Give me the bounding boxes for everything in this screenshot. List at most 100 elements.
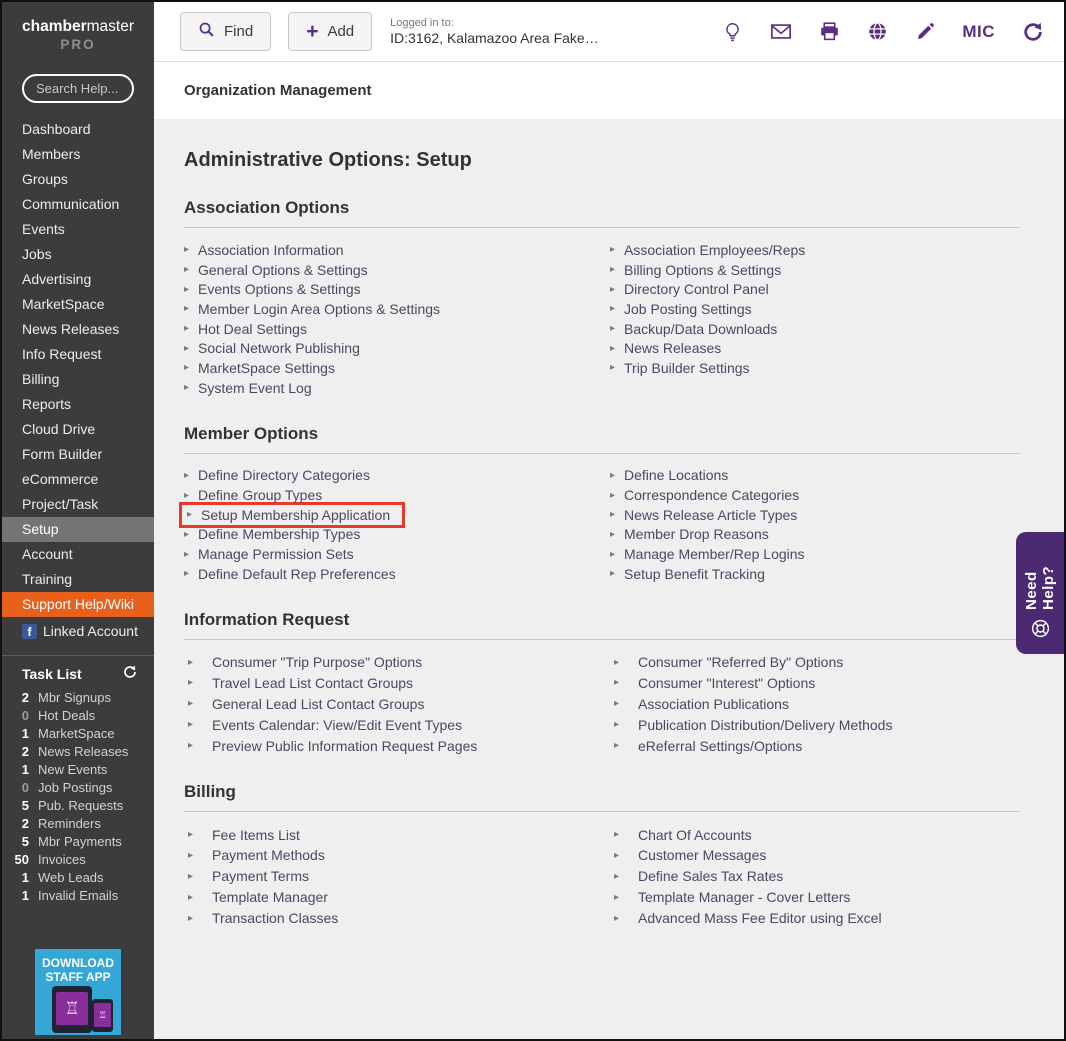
link-label: Customer Messages	[638, 847, 766, 863]
link-correspondence-categories[interactable]: ▸Correspondence Categories	[610, 485, 1020, 505]
task-item-mbr-signups[interactable]: 2Mbr Signups	[2, 689, 154, 707]
sidebar-item-reports[interactable]: Reports	[2, 392, 154, 417]
link-payment-methods[interactable]: ▸Payment Methods	[184, 845, 594, 866]
link-events-options-settings[interactable]: ▸Events Options & Settings	[184, 279, 594, 299]
section-column-right: ▸Chart Of Accounts▸Customer Messages▸Def…	[610, 824, 1020, 928]
task-count: 0	[2, 779, 38, 797]
link-general-options-settings[interactable]: ▸General Options & Settings	[184, 260, 594, 280]
link-advanced-mass-fee-editor-using-excel[interactable]: ▸Advanced Mass Fee Editor using Excel	[610, 908, 1020, 929]
add-label: Add	[327, 23, 354, 40]
link-job-posting-settings[interactable]: ▸Job Posting Settings	[610, 299, 1020, 319]
sidebar-item-linked-account[interactable]: f Linked Account	[2, 617, 154, 645]
link-general-lead-list-contact-groups[interactable]: ▸General Lead List Contact Groups	[184, 693, 594, 714]
link-publication-distribution-delivery-methods[interactable]: ▸Publication Distribution/Delivery Metho…	[610, 714, 1020, 735]
sidebar-item-form-builder[interactable]: Form Builder	[2, 442, 154, 467]
link-template-manager-cover-letters[interactable]: ▸Template Manager - Cover Letters	[610, 887, 1020, 908]
add-button[interactable]: + Add	[288, 12, 372, 51]
sidebar-item-info-request[interactable]: Info Request	[2, 342, 154, 367]
task-item-invalid-emails[interactable]: 1Invalid Emails	[2, 887, 154, 905]
sidebar-item-support-help-wiki[interactable]: Support Help/Wiki	[2, 592, 154, 617]
sidebar-item-cloud-drive[interactable]: Cloud Drive	[2, 417, 154, 442]
task-item-news-releases[interactable]: 2News Releases	[2, 743, 154, 761]
link-directory-control-panel[interactable]: ▸Directory Control Panel	[610, 279, 1020, 299]
link-define-locations[interactable]: ▸Define Locations	[610, 466, 1020, 486]
task-item-pub-requests[interactable]: 5Pub. Requests	[2, 797, 154, 815]
sidebar-item-marketspace[interactable]: MarketSpace	[2, 292, 154, 317]
link-manage-member-rep-logins[interactable]: ▸Manage Member/Rep Logins	[610, 544, 1020, 564]
link-manage-permission-sets[interactable]: ▸Manage Permission Sets	[184, 544, 594, 564]
lightbulb-icon[interactable]	[722, 21, 743, 43]
sidebar-item-groups[interactable]: Groups	[2, 167, 154, 192]
link-billing-options-settings[interactable]: ▸Billing Options & Settings	[610, 260, 1020, 280]
link-define-default-rep-preferences[interactable]: ▸Define Default Rep Preferences	[184, 564, 594, 584]
sidebar-item-ecommerce[interactable]: eCommerce	[2, 467, 154, 492]
task-item-mbr-payments[interactable]: 5Mbr Payments	[2, 833, 154, 851]
link-association-information[interactable]: ▸Association Information	[184, 240, 594, 260]
link-trip-builder-settings[interactable]: ▸Trip Builder Settings	[610, 358, 1020, 378]
link-backup-data-downloads[interactable]: ▸Backup/Data Downloads	[610, 319, 1020, 339]
link-consumer-trip-purpose-options[interactable]: ▸Consumer "Trip Purpose" Options	[184, 652, 594, 673]
link-news-release-article-types[interactable]: ▸News Release Article Types	[610, 505, 1020, 525]
task-item-hot-deals[interactable]: 0Hot Deals	[2, 707, 154, 725]
task-item-new-events[interactable]: 1New Events	[2, 761, 154, 779]
link-transaction-classes[interactable]: ▸Transaction Classes	[184, 908, 594, 929]
link-label: Events Options & Settings	[198, 281, 361, 297]
link-travel-lead-list-contact-groups[interactable]: ▸Travel Lead List Contact Groups	[184, 673, 594, 694]
sidebar-item-jobs[interactable]: Jobs	[2, 242, 154, 267]
link-hot-deal-settings[interactable]: ▸Hot Deal Settings	[184, 319, 594, 339]
task-item-marketspace[interactable]: 1MarketSpace	[2, 725, 154, 743]
sidebar-item-account[interactable]: Account	[2, 542, 154, 567]
refresh-icon[interactable]	[122, 664, 138, 683]
link-member-drop-reasons[interactable]: ▸Member Drop Reasons	[610, 525, 1020, 545]
link-member-login-area-options-settings[interactable]: ▸Member Login Area Options & Settings	[184, 299, 594, 319]
link-marketspace-settings[interactable]: ▸MarketSpace Settings	[184, 358, 594, 378]
find-button[interactable]: Find	[180, 12, 271, 51]
link-events-calendar-view-edit-event-types[interactable]: ▸Events Calendar: View/Edit Event Types	[184, 714, 594, 735]
link-association-employees-reps[interactable]: ▸Association Employees/Reps	[610, 240, 1020, 260]
download-staff-app-banner[interactable]: DOWNLOAD STAFF APP ♖ ♖	[35, 949, 121, 1035]
search-help-input[interactable]	[22, 74, 134, 103]
mail-icon[interactable]	[770, 22, 792, 41]
sidebar-item-dashboard[interactable]: Dashboard	[2, 117, 154, 142]
link-chart-of-accounts[interactable]: ▸Chart Of Accounts	[610, 824, 1020, 845]
pencil-icon[interactable]	[915, 22, 935, 42]
link-consumer-interest-options[interactable]: ▸Consumer "Interest" Options	[610, 673, 1020, 694]
link-association-publications[interactable]: ▸Association Publications	[610, 693, 1020, 714]
link-define-sales-tax-rates[interactable]: ▸Define Sales Tax Rates	[610, 866, 1020, 887]
globe-icon[interactable]	[867, 21, 888, 42]
sidebar-item-billing[interactable]: Billing	[2, 367, 154, 392]
caret-right-icon: ▸	[184, 892, 212, 903]
sidebar-item-setup[interactable]: Setup	[2, 517, 154, 542]
link-ereferral-settings-options[interactable]: ▸eReferral Settings/Options	[610, 735, 1020, 756]
link-label: Travel Lead List Contact Groups	[212, 675, 413, 691]
link-system-event-log[interactable]: ▸System Event Log	[184, 378, 594, 398]
link-social-network-publishing[interactable]: ▸Social Network Publishing	[184, 338, 594, 358]
need-help-tab[interactable]: Need Help?	[1016, 532, 1064, 654]
link-fee-items-list[interactable]: ▸Fee Items List	[184, 824, 594, 845]
logo-master: master	[87, 18, 134, 35]
sidebar-item-training[interactable]: Training	[2, 567, 154, 592]
caret-right-icon: ▸	[610, 892, 638, 903]
sidebar-item-news-releases[interactable]: News Releases	[2, 317, 154, 342]
link-define-directory-categories[interactable]: ▸Define Directory Categories	[184, 466, 594, 486]
print-icon[interactable]	[819, 21, 840, 42]
task-item-web-leads[interactable]: 1Web Leads	[2, 869, 154, 887]
task-item-job-postings[interactable]: 0Job Postings	[2, 779, 154, 797]
sidebar-item-advertising[interactable]: Advertising	[2, 267, 154, 292]
link-customer-messages[interactable]: ▸Customer Messages	[610, 845, 1020, 866]
task-item-reminders[interactable]: 2Reminders	[2, 815, 154, 833]
link-template-manager[interactable]: ▸Template Manager	[184, 887, 594, 908]
sidebar-item-members[interactable]: Members	[2, 142, 154, 167]
sidebar-item-events[interactable]: Events	[2, 217, 154, 242]
sidebar-item-communication[interactable]: Communication	[2, 192, 154, 217]
mic-button[interactable]: MIC	[962, 22, 995, 42]
task-item-invoices[interactable]: 50Invoices	[2, 851, 154, 869]
link-define-membership-types[interactable]: ▸Define Membership Types	[184, 525, 594, 545]
link-news-releases[interactable]: ▸News Releases	[610, 338, 1020, 358]
refresh-icon[interactable]	[1022, 21, 1044, 43]
link-consumer-referred-by-options[interactable]: ▸Consumer "Referred By" Options	[610, 652, 1020, 673]
sidebar-item-project-task[interactable]: Project/Task	[2, 492, 154, 517]
link-preview-public-information-request-pages[interactable]: ▸Preview Public Information Request Page…	[184, 735, 594, 756]
link-payment-terms[interactable]: ▸Payment Terms	[184, 866, 594, 887]
link-setup-benefit-tracking[interactable]: ▸Setup Benefit Tracking	[610, 564, 1020, 584]
